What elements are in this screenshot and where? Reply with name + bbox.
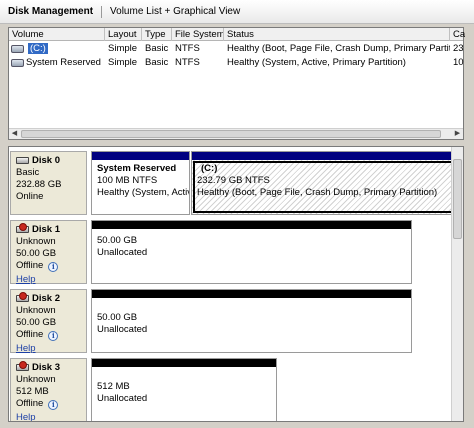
disk-name: Disk 2 xyxy=(32,293,60,304)
volume-row[interactable]: System Reserved Simple Basic NTFS Health… xyxy=(9,56,464,70)
disk-offline-icon xyxy=(16,361,29,371)
disk-row-2[interactable]: Disk 2 Unknown 50.00 GB Offline i Help 50… xyxy=(9,289,452,354)
partition-status: Unallocated xyxy=(97,324,148,335)
info-icon[interactable]: i xyxy=(48,262,59,272)
disk-offline-icon xyxy=(16,292,29,302)
layout-cell: Simple xyxy=(108,57,138,68)
volume-list-pane: Volume Layout Type File System Status Ca… xyxy=(8,27,465,140)
help-link[interactable]: Help xyxy=(16,412,36,421)
disk-name: Disk 3 xyxy=(32,362,60,373)
volume-name: (C:) xyxy=(28,43,48,54)
column-header-type[interactable]: Type xyxy=(142,28,172,41)
info-icon[interactable]: i xyxy=(48,400,59,410)
volume-name-cell: (C:) xyxy=(25,42,105,56)
column-header-file-system[interactable]: File System xyxy=(172,28,224,41)
scroll-right-icon[interactable]: ▶ xyxy=(452,129,463,139)
volume-name: System Reserved xyxy=(26,57,101,68)
partition-system-reserved[interactable]: System Reserved 100 MB NTFS Healthy (Sys… xyxy=(91,151,190,215)
disk-size: 50.00 GB xyxy=(16,317,57,328)
type-cell: Basic xyxy=(145,57,169,68)
partition-status: Healthy (System, Activ xyxy=(97,187,190,198)
help-link[interactable]: Help xyxy=(16,343,36,354)
column-header-status[interactable]: Status xyxy=(224,28,450,41)
disk-state: Online xyxy=(16,191,44,202)
partition-size: 50.00 GB xyxy=(97,235,138,246)
disk-label[interactable]: Disk 0 Basic 232.88 GB Online xyxy=(10,151,87,215)
file-system-cell: NTFS xyxy=(175,57,200,68)
graphical-view-pane: Disk 0 Basic 232.88 GB Online System Res… xyxy=(8,146,464,422)
volume-row[interactable]: (C:) Simple Basic NTFS Healthy (Boot, Pa… xyxy=(9,42,464,56)
partition-status: Unallocated xyxy=(97,247,148,258)
info-icon[interactable]: i xyxy=(48,331,59,341)
partition-bar xyxy=(92,221,411,229)
partition-size: 512 MB xyxy=(97,381,130,392)
partition-bar xyxy=(192,152,456,160)
disk-size: 512 MB xyxy=(16,386,49,397)
type-cell: Basic xyxy=(145,43,169,54)
horizontal-scroll-thumb[interactable] xyxy=(21,130,441,138)
disk-size: 232.88 GB xyxy=(16,179,62,190)
disk-size: 50.00 GB xyxy=(16,248,57,259)
column-header-volume[interactable]: Volume xyxy=(9,28,105,41)
window-title: Disk Management xyxy=(8,6,94,17)
volume-list-header: Volume Layout Type File System Status Ca xyxy=(9,28,465,41)
status-cell: Healthy (System, Active, Primary Partiti… xyxy=(227,57,406,68)
capacity-cell: 23 xyxy=(453,43,464,54)
partition-size: 100 MB NTFS xyxy=(97,175,158,186)
disk-name: Disk 1 xyxy=(32,224,60,235)
partition-c-drive[interactable]: (C:) 232.79 GB NTFS Healthy (Boot, Page … xyxy=(191,151,457,215)
partition-unallocated[interactable]: 50.00 GB Unallocated xyxy=(91,289,412,353)
disk-row-0[interactable]: Disk 0 Basic 232.88 GB Online System Res… xyxy=(9,151,457,215)
vertical-scroll-thumb[interactable] xyxy=(453,159,462,239)
disk-row-3[interactable]: Disk 3 Unknown 512 MB Offline i Help 512 … xyxy=(9,358,452,421)
vertical-scrollbar[interactable] xyxy=(451,147,463,421)
partition-name: (C:) xyxy=(201,163,218,174)
disk-state: Offline xyxy=(16,398,44,409)
partition-bar xyxy=(92,290,411,298)
partition-size: 232.79 GB NTFS xyxy=(197,175,270,186)
layout-cell: Simple xyxy=(108,43,138,54)
scroll-left-icon[interactable]: ◀ xyxy=(9,129,20,139)
disk-label[interactable]: Disk 2 Unknown 50.00 GB Offline i Help xyxy=(10,289,87,354)
partition-bar xyxy=(92,152,189,160)
partition-name: System Reserved xyxy=(97,163,177,174)
help-link[interactable]: Help xyxy=(16,274,36,285)
status-cell: Healthy (Boot, Page File, Crash Dump, Pr… xyxy=(227,43,450,54)
title-bar: Disk Management Volume List + Graphical … xyxy=(0,0,474,24)
disk-label[interactable]: Disk 1 Unknown 50.00 GB Offline i Help xyxy=(10,220,87,285)
partition-size: 50.00 GB xyxy=(97,312,138,323)
partition-unallocated[interactable]: 50.00 GB Unallocated xyxy=(91,220,412,284)
view-description: Volume List + Graphical View xyxy=(110,6,241,17)
disk-state: Offline xyxy=(16,329,44,340)
disk-offline-icon xyxy=(16,223,29,233)
disk-type: Basic xyxy=(16,167,40,178)
disk-name: Disk 0 xyxy=(32,155,60,166)
disk-label[interactable]: Disk 3 Unknown 512 MB Offline i Help xyxy=(10,358,87,421)
capacity-cell: 10 xyxy=(453,57,464,68)
disk-icon xyxy=(16,157,29,164)
partition-bar xyxy=(92,359,276,367)
partition-status: Healthy (Boot, Page File, Crash Dump, Pr… xyxy=(197,187,438,198)
disk-type: Unknown xyxy=(16,374,56,385)
horizontal-scrollbar[interactable]: ◀ ▶ xyxy=(9,128,463,139)
column-header-capacity[interactable]: Ca xyxy=(450,28,465,41)
file-system-cell: NTFS xyxy=(175,43,200,54)
disk-row-1[interactable]: Disk 1 Unknown 50.00 GB Offline i Help 50… xyxy=(9,220,452,285)
disk-state: Offline xyxy=(16,260,44,271)
column-header-layout[interactable]: Layout xyxy=(105,28,142,41)
disk-type: Unknown xyxy=(16,236,56,247)
title-separator xyxy=(101,5,103,18)
drive-icon xyxy=(11,45,24,53)
partition-unallocated[interactable]: 512 MB Unallocated xyxy=(91,358,277,421)
partition-status: Unallocated xyxy=(97,393,148,404)
disk-type: Unknown xyxy=(16,305,56,316)
